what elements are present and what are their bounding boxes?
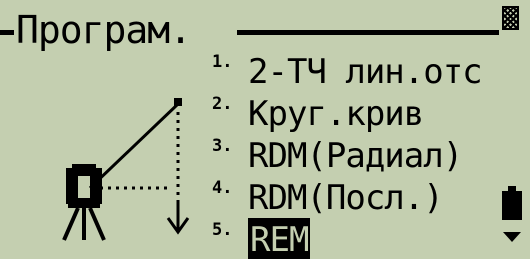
remote-elevation-illustration	[62, 98, 190, 241]
menu-item-label: RDM(Посл.)	[248, 178, 444, 218]
menu-item-number: 4.	[212, 178, 233, 198]
menu-item-label: 2-ТЧ лин.отс	[248, 52, 483, 92]
lcd-screen: Програм. 1. 2-ТЧ лин.отс 2. Круг.крив 3.…	[0, 0, 530, 259]
menu-item-number: 1.	[212, 52, 233, 72]
menu-item-label: RDM(Радиал)	[248, 136, 463, 176]
total-station-icon	[62, 164, 106, 241]
scroll-down-arrow-icon[interactable]	[503, 232, 521, 242]
menu-item-number: 2.	[212, 94, 233, 114]
menu-item-number: 3.	[212, 136, 233, 156]
scrollbar-thumb-icon[interactable]	[502, 6, 519, 30]
page-title: Програм.	[16, 8, 192, 52]
battery-icon	[502, 186, 522, 220]
menu-item-label: REM	[248, 218, 311, 259]
sight-line	[88, 102, 180, 190]
title-rule-left	[0, 30, 14, 35]
target-point-icon	[174, 98, 182, 106]
menu-item-label: Круг.крив	[248, 94, 424, 134]
menu-item-number: 5.	[212, 220, 233, 240]
title-rule-right	[237, 30, 499, 35]
